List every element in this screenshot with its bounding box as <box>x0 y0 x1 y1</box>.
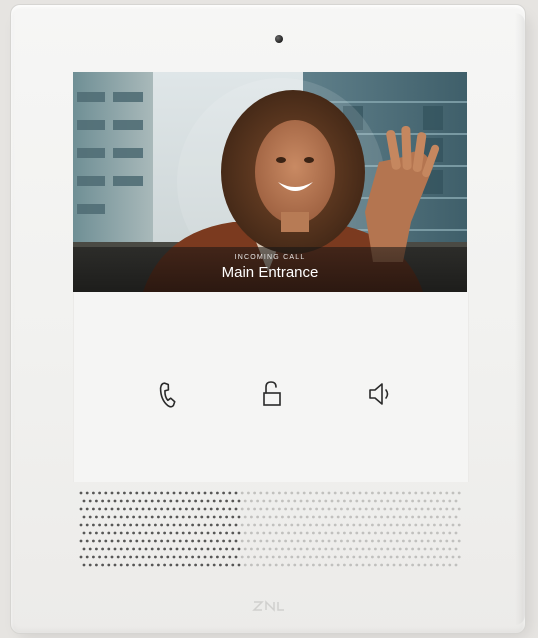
phone-icon <box>159 382 176 408</box>
incoming-call-banner: INCOMING CALL Main Entrance <box>73 247 467 292</box>
speaker-icon <box>369 383 389 405</box>
speaker-button[interactable] <box>358 372 402 416</box>
control-panel <box>73 292 469 482</box>
visitor-face <box>255 120 335 224</box>
call-status-label: INCOMING CALL <box>234 254 306 261</box>
video-screen[interactable]: INCOMING CALL Main Entrance <box>73 72 467 292</box>
camera-lens <box>275 35 283 43</box>
speaker-grille <box>73 487 467 571</box>
device-edge <box>515 13 525 625</box>
unlock-icon <box>263 381 281 406</box>
brand-logo <box>252 600 284 612</box>
unlock-door-button[interactable] <box>250 372 294 416</box>
answer-call-button[interactable] <box>146 372 190 416</box>
call-location-label: Main Entrance <box>221 264 319 281</box>
